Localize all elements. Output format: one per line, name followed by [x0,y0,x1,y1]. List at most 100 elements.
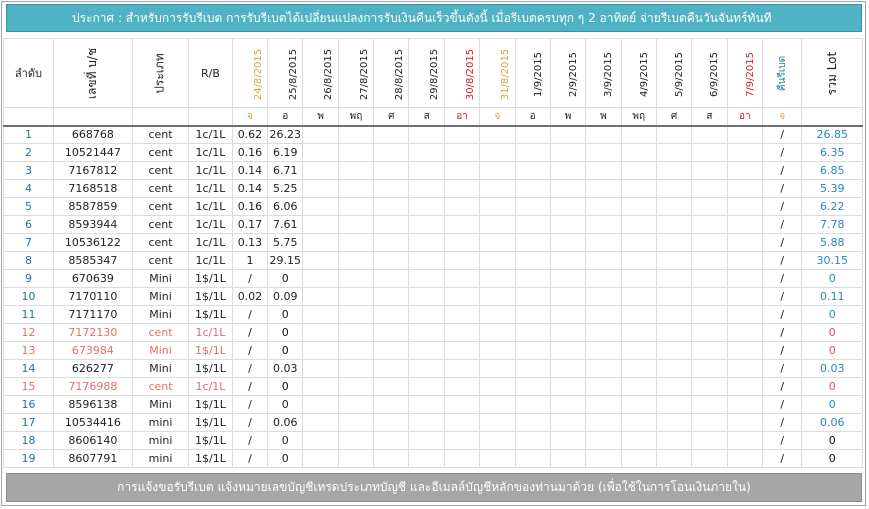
row-number: 16 [3,395,54,414]
lot-cell: 6.06 [267,197,304,216]
lot-cell-empty [443,143,481,162]
weekday-cell: พ [585,107,622,127]
lot-cell-empty [408,377,445,396]
rebate-rate: 1$/1L [188,395,233,414]
lot-cell: 0 [267,323,304,342]
lot-cell-empty [585,233,622,252]
rebate-rate: 1$/1L [188,287,233,306]
lot-cell-empty [655,215,693,234]
lot-cell-empty [620,287,657,306]
lot-cell-empty [514,431,551,450]
account-number: 626277 [52,359,133,378]
lot-cell-empty [479,233,516,252]
header-date: 25/8/2015 [267,38,304,108]
weekday-cell-empty [801,107,863,127]
account-number: 8593944 [52,215,133,234]
lot-cell-empty [691,431,728,450]
lot-cell-empty [443,341,481,360]
lot-cell-empty [514,323,551,342]
table-row: 17 10534416 mini 1$/1L/0.06/0.06 [3,413,863,432]
lot-cell-empty [620,125,657,144]
lot-cell-empty [691,377,728,396]
lot-cell: 29.15 [267,251,304,270]
lot-cell-empty [337,377,375,396]
header-date: 30/8/2015 [443,38,481,108]
lot-cell-empty [408,269,445,288]
table-row: 5 8587859 cent 1c/1L 0.16 6.06 /6.22 [3,197,863,216]
lot-cell-empty [585,341,622,360]
lot-cell-empty [514,377,551,396]
row-number: 14 [3,359,54,378]
header-account: เลขที่ บ/ช [52,38,133,108]
lot-cell-empty [655,395,693,414]
lot-cell-empty [691,413,728,432]
lot-cell-empty [726,359,763,378]
lot-cell-empty [549,359,587,378]
lot-cell-empty [337,341,375,360]
rebate-rate: 1$/1L [188,431,233,450]
account-type: Mini [131,395,190,414]
lot-cell-empty [655,197,693,216]
lot-cell-empty [549,431,587,450]
lot-cell: 6.19 [267,143,304,162]
lot-cell-empty [655,449,693,468]
lot-cell-empty [479,179,516,198]
weekday-cell: อา [443,107,481,127]
lot-cell-empty [443,125,481,144]
account-type: cent [131,197,190,216]
lot-cell: 0.03 [267,359,304,378]
lot-cell: 0 [267,431,304,450]
lot-cell-empty [549,305,587,324]
account-number: 8607791 [52,449,133,468]
lot-cell-empty [408,359,445,378]
lot-cell-empty [373,233,410,252]
lot-cell-empty [337,323,375,342]
lot-cell-empty [549,287,587,306]
lot-cell-empty [620,215,657,234]
lot-cell-empty [479,125,516,144]
lot-cell-empty [691,197,728,216]
announcement-text: ประกาศ : สำหรับการรับรีเบต การรับรีเบตได… [72,11,772,25]
row-number: 13 [3,341,54,360]
rebate-rate: 1c/1L [188,125,233,144]
lot-cell: / [231,377,269,396]
lot-cell: 7.61 [267,215,304,234]
lot-cell-empty [302,233,339,252]
total-lot: 0 [801,431,863,450]
weekday-cell: ส [691,107,728,127]
total-lot: 0 [801,395,863,414]
total-lot: 0.06 [801,413,863,432]
lot-cell: / [231,449,269,468]
account-number: 7171170 [52,305,133,324]
total-lot: 0.03 [801,359,863,378]
row-number: 3 [3,161,54,180]
lot-cell-empty [443,305,481,324]
lot-cell-empty [691,305,728,324]
lot-cell-empty [302,431,339,450]
lot-cell-empty [443,323,481,342]
lot-cell-empty [655,323,693,342]
lot-cell-empty [373,413,410,432]
lot-cell-empty [302,377,339,396]
rebate-rate: 1c/1L [188,197,233,216]
weekday-cell: จ [231,107,269,127]
lot-cell-empty [443,161,481,180]
lot-cell-empty [585,287,622,306]
lot-cell-empty [620,143,657,162]
lot-cell-empty [585,377,622,396]
lot-cell-empty [514,125,551,144]
lot-cell-empty [302,179,339,198]
lot-cell-empty [337,449,375,468]
rebate-rate: 1$/1L [188,341,233,360]
lot-cell-empty [443,215,481,234]
lot-cell: / [231,395,269,414]
lot-cell-empty [549,251,587,270]
rebate-rate: 1c/1L [188,179,233,198]
lot-cell-empty [337,431,375,450]
lot-cell-empty [655,251,693,270]
account-number: 8585347 [52,251,133,270]
lot-cell-empty [302,161,339,180]
total-lot: 26.85 [801,125,863,144]
lot-cell-empty [691,287,728,306]
row-number: 4 [3,179,54,198]
